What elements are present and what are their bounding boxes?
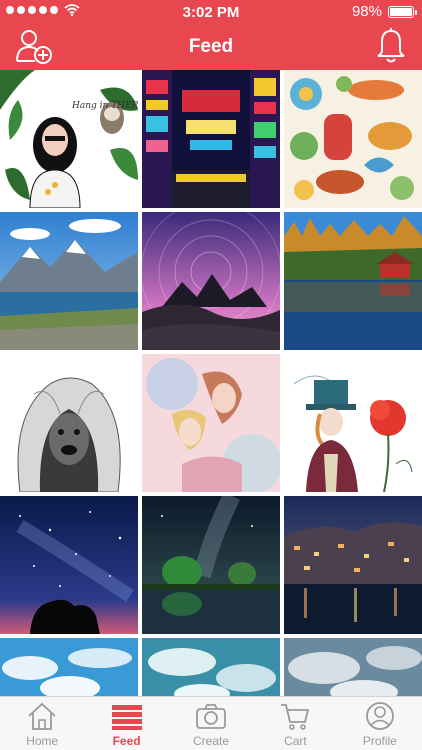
battery-status: 98% — [351, 3, 417, 20]
milky-way-tree-reflection — [142, 496, 280, 634]
feed-image-milky-way-tree[interactable] — [142, 496, 280, 634]
feed-image-star-trails[interactable] — [142, 212, 280, 350]
coastal-city-night — [284, 496, 422, 634]
starry-night-sky — [0, 496, 138, 634]
feed-image-neon-city[interactable] — [142, 70, 280, 208]
star-trails-rocks — [142, 212, 280, 350]
tab-bar: Home Feed Create Cart Profile — [0, 696, 422, 750]
tab-profile[interactable]: Profile — [338, 697, 422, 750]
watercolor-women-illustration — [142, 354, 280, 492]
battery-percent: 98% — [351, 3, 382, 20]
tab-cart-label: Cart — [284, 734, 307, 748]
profile-icon — [365, 702, 394, 730]
bell-icon — [377, 28, 405, 63]
battery-fill — [390, 7, 412, 16]
woman-sloth-illustration: Hang in THERE! — [0, 70, 138, 208]
tab-feed[interactable]: Feed — [84, 697, 168, 750]
tab-create[interactable]: Create — [169, 697, 253, 750]
cart-icon — [281, 704, 310, 730]
feed-image-mad-hatter[interactable] — [284, 354, 422, 492]
teal-clouds — [142, 638, 280, 696]
tab-cart[interactable]: Cart — [253, 697, 337, 750]
camera-icon — [196, 704, 226, 729]
neon-city-street — [142, 70, 280, 208]
page-title: Feed — [188, 36, 234, 57]
feed-image-hooded-dog[interactable] — [0, 354, 138, 492]
feed-list-icon — [111, 705, 142, 730]
floral-pattern-illustration — [284, 70, 422, 208]
mountain-lake-landscape — [0, 212, 138, 350]
hang-in-there-text: Hang in THERE! — [71, 101, 138, 111]
tab-create-label: Create — [193, 734, 230, 748]
feed-image-grey-clouds[interactable] — [284, 638, 422, 696]
feed-image-blue-sky[interactable] — [0, 638, 138, 696]
feed-image-floral-pattern[interactable] — [284, 70, 422, 208]
status-bar: 3:02 PM 98% — [0, 0, 422, 24]
tab-feed-label: Feed — [112, 734, 141, 748]
nav-header: 3:02 PM 98% Feed — [0, 0, 422, 70]
feed-image-woman-sloth[interactable]: Hang in THERE! — [0, 70, 138, 208]
feed-image-mountain-lake[interactable] — [0, 212, 138, 350]
blue-sky-clouds — [0, 638, 138, 696]
tab-profile-label: Profile — [362, 734, 397, 748]
mad-hatter-illustration — [284, 354, 422, 492]
tab-home-label: Home — [26, 734, 59, 748]
battery-icon — [388, 5, 417, 18]
lake-cabin-forest — [284, 212, 422, 350]
hooded-dog-sketch — [0, 354, 138, 492]
feed-image-watercolor-women[interactable] — [142, 354, 280, 492]
feed-image-grid: Hang in THERE! — [0, 70, 422, 696]
notifications-button[interactable] — [374, 28, 408, 64]
feed-image-lake-cabin[interactable] — [284, 212, 422, 350]
grey-clouds — [284, 638, 422, 696]
tab-home[interactable]: Home — [0, 697, 84, 750]
home-icon — [28, 702, 56, 730]
feed-image-teal-clouds[interactable] — [142, 638, 280, 696]
feed-image-starry-night[interactable] — [0, 496, 138, 634]
feed-image-coastal-city[interactable] — [284, 496, 422, 634]
